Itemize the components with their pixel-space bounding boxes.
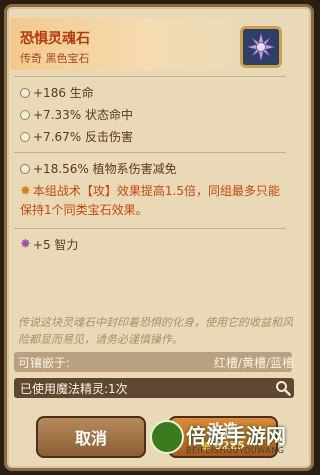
star-icon: ✸ [20, 184, 31, 199]
stat-plant-reduction: +18.56% 植物系伤害减免 [20, 160, 177, 177]
spirit-usage: 已使用魔法精灵:1次 [20, 382, 128, 396]
gem-icon [240, 26, 282, 68]
item-name: 恐惧灵魂石 [20, 31, 90, 47]
socket-value: 红槽/黄槽/蓝槽 [213, 356, 294, 370]
stat-hit: +7.33% 状态命中 [20, 106, 133, 123]
item-rarity: 传奇 黑色宝石 [20, 52, 90, 65]
stat-counter: +7.67% 反击伤害 [20, 128, 133, 145]
stat-hp: +186 生命 [20, 84, 94, 101]
attribute-icon [20, 131, 30, 142]
refine-label: 改造 [207, 421, 238, 439]
attribute-icon [20, 87, 30, 98]
attribute-icon [20, 163, 30, 174]
divider [14, 152, 286, 153]
coin-icon [201, 440, 212, 451]
divider [14, 228, 286, 229]
attribute-icon [20, 109, 30, 120]
refine-cost: 8225 [201, 439, 245, 452]
tactic-effect: ✸ 本组战术【攻】效果提高1.5倍，同组最多只能保持1个同类宝石效果。 [20, 184, 280, 217]
search-icon[interactable] [275, 380, 291, 396]
lore-text: 传说这块灵魂石中封印着恐惧的化身，使用它的收益和风险都显而易见，请务必谨慎操作。 [18, 316, 293, 346]
socket-label: 可镶嵌于: [18, 356, 71, 370]
divider [14, 76, 286, 77]
cancel-button[interactable]: 取消 [36, 416, 146, 458]
star-icon: ✸ [20, 237, 31, 252]
refine-button[interactable]: 改造 8225 [168, 416, 278, 458]
stat-int: ✸ +5 智力 [20, 237, 79, 252]
